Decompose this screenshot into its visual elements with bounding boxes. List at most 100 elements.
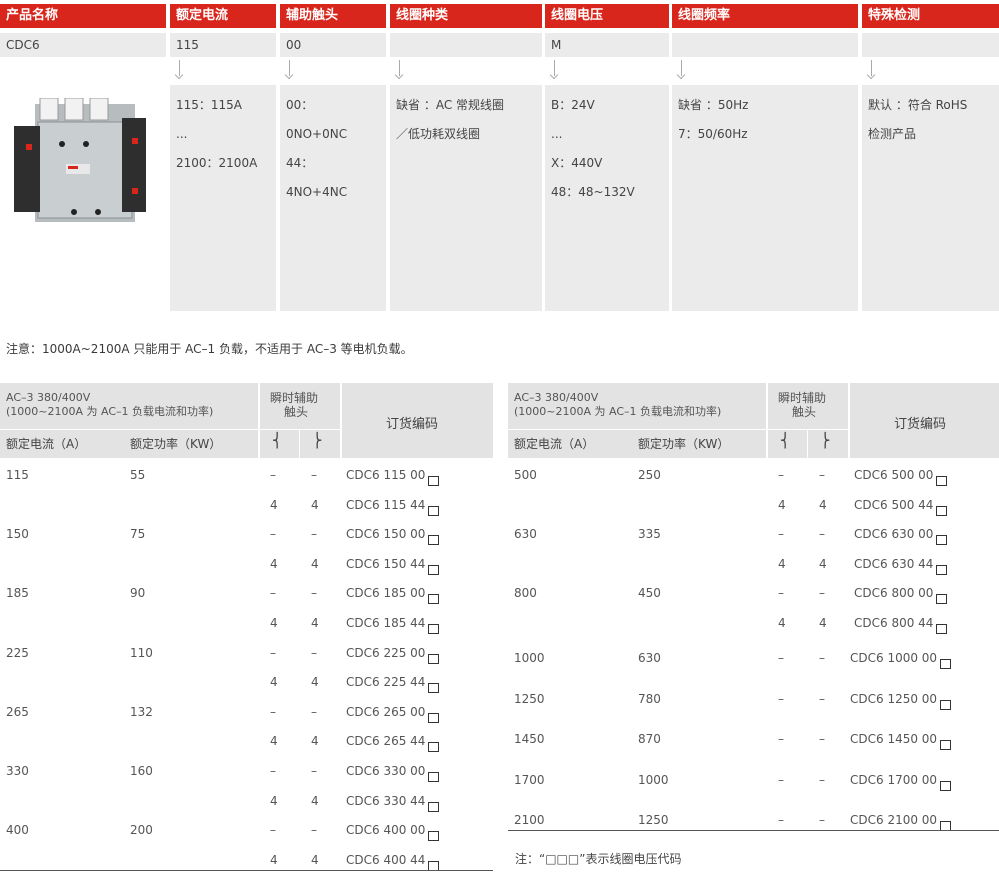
aux-contact-label: 瞬时辅助 [270, 391, 319, 405]
aux-contact-label: 瞬时辅助 [778, 391, 827, 405]
order-code-cell: CDC6 800 00 [854, 586, 948, 605]
header-coil-frequency: 线圈频率 [672, 4, 858, 28]
nc-contact-cell: – [819, 772, 825, 787]
table-row: 630 335 – – CDC6 630 00 [508, 519, 998, 549]
nc-contact-cell: – [819, 651, 825, 665]
down-arrow-icon [174, 60, 185, 80]
nc-contact-cell: – [819, 691, 825, 706]
column-coil-type: 缺省 ：AC 常规线圈 ／低功耗双线圈 [390, 85, 542, 311]
no-contact-cell: 4 [270, 793, 278, 808]
contactor-product-image [14, 98, 146, 222]
test-option: 默认 ：符合 RoHS [868, 98, 968, 112]
no-contact-cell: – [778, 732, 784, 746]
header-aux-contact: 辅助触头 [280, 4, 386, 28]
table-row: 4 4 CDC6 330 44 [0, 786, 490, 816]
sample-aux: 00 [280, 33, 386, 57]
rated-power-cell: 1000 [638, 772, 669, 787]
placeholder-box [940, 740, 952, 750]
placeholder-box [940, 699, 952, 710]
order-code-cell: CDC6 1250 00 [850, 692, 952, 710]
placeholder-box [428, 831, 440, 842]
order-code-cell: CDC6 330 00 [346, 764, 440, 782]
column-coil-voltage: B：24V ... X：440V 48：48~132V [545, 85, 669, 311]
order-code-cell: CDC6 630 00 [854, 527, 948, 546]
table-row: 4 4 CDC6 265 44 [0, 726, 490, 756]
down-arrow-icon [284, 60, 295, 80]
no-contact-cell: – [270, 704, 276, 719]
rated-power-cell: 335 [638, 527, 661, 542]
nc-contact-cell: 4 [311, 675, 319, 690]
test-option: 检测产品 [868, 127, 917, 141]
order-code-cell: CDC6 225 00 [346, 646, 440, 664]
placeholder-box [936, 564, 948, 575]
nc-contact-cell: – [311, 645, 317, 660]
placeholder-box [936, 505, 948, 516]
rated-current-cell: 225 [6, 645, 29, 660]
no-contact-cell: – [778, 813, 784, 827]
coil-type-option: 缺省 ：AC 常规线圈 [396, 98, 505, 112]
no-contact-cell: 4 [778, 556, 786, 571]
order-code-cell: CDC6 115 00 [346, 468, 440, 486]
rated-current-cell: 400 [6, 823, 29, 838]
nc-contact-cell: – [819, 527, 825, 542]
down-arrow-icon [676, 60, 687, 80]
order-code-cell: CDC6 400 00 [346, 823, 440, 842]
no-contact-cell: 4 [270, 616, 278, 630]
no-contact-symbol: ⎨ [272, 433, 283, 449]
order-code-cell: CDC6 185 44 [346, 616, 440, 634]
nc-contact-cell: 4 [311, 852, 319, 867]
ac3-rating-label: AC–3 380/400V [514, 391, 599, 404]
placeholder-box [428, 564, 440, 575]
ac3-rating-note: (1000~2100A 为 AC–1 负载电流和功率) [6, 405, 214, 418]
order-code-cell: CDC6 185 00 [346, 586, 440, 605]
current-option: 2100：2100A [176, 156, 258, 170]
down-arrow-icon [394, 60, 405, 80]
table-row: 1000 630 – – CDC6 1000 00 [508, 643, 998, 673]
aux-option: 4NO+4NC [286, 185, 348, 199]
order-code-cell: CDC6 1700 00 [850, 773, 952, 791]
order-code-header: 订货编码 [386, 417, 439, 432]
rated-power-header: 额定功率（KW） [638, 437, 730, 451]
no-contact-cell: – [270, 586, 276, 601]
table-row: 1450 870 – – CDC6 1450 00 [508, 724, 998, 754]
rated-power-cell: 630 [638, 651, 661, 665]
placeholder-box [428, 801, 440, 812]
rated-power-cell: 250 [638, 468, 661, 482]
nc-contact-cell: – [311, 586, 317, 601]
header-coil-type: 线圈种类 [390, 4, 542, 28]
rated-power-cell: 90 [130, 586, 146, 601]
order-code-cell: CDC6 400 44 [346, 853, 440, 871]
sample-product: CDC6 [0, 33, 166, 57]
order-code-cell: CDC6 500 00 [854, 468, 948, 486]
rated-current-header: 额定电流（A） [514, 437, 595, 451]
placeholder-box [428, 594, 440, 605]
nc-contact-cell: – [819, 732, 825, 746]
voltage-option: ... [551, 127, 563, 141]
rated-current-cell: 2100 [514, 813, 545, 827]
order-code-cell: CDC6 330 44 [346, 794, 440, 812]
voltage-option: X：440V [551, 156, 603, 170]
nc-contact-cell: – [311, 823, 317, 838]
order-code-cell: CDC6 150 00 [346, 527, 440, 546]
rated-current-cell: 185 [6, 586, 29, 601]
rated-current-cell: 330 [6, 764, 29, 778]
rated-current-cell: 1700 [514, 772, 545, 787]
down-arrow-icon [549, 60, 560, 80]
sample-voltage: M [545, 33, 669, 57]
rated-power-cell: 110 [130, 645, 153, 660]
rated-power-cell: 200 [130, 823, 153, 838]
table-bottom-rule [0, 870, 493, 871]
nc-contact-cell: – [311, 527, 317, 542]
nc-contact-cell: – [311, 764, 317, 778]
nc-contact-symbol: ⎬ [312, 433, 323, 449]
rated-power-header: 额定功率（KW） [130, 437, 222, 451]
order-table-header: AC–3 380/400V (1000~2100A 为 AC–1 负载电流和功率… [508, 383, 999, 458]
rated-power-cell: 780 [638, 691, 661, 706]
placeholder-box [428, 624, 440, 634]
rated-current-cell: 1250 [514, 691, 545, 706]
frequency-option: 7：50/60Hz [678, 127, 748, 141]
placeholder-box [428, 535, 440, 546]
placeholder-box [936, 594, 948, 605]
no-contact-cell: 4 [778, 497, 786, 512]
placeholder-box [428, 505, 440, 516]
